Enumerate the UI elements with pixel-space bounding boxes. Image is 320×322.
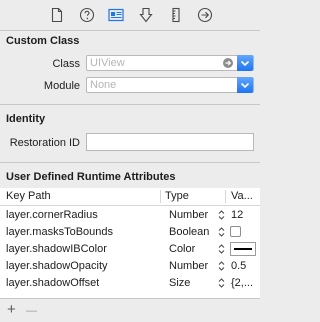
- go-to-class-icon[interactable]: [223, 58, 233, 68]
- runtime-attributes-table: Key Path Type Va... layer.cornerRadius N…: [0, 188, 260, 298]
- section-divider: [0, 104, 260, 105]
- type-cell[interactable]: Number: [169, 260, 208, 272]
- type-popup-stepper-icon[interactable]: [218, 243, 225, 255]
- type-popup-stepper-icon[interactable]: [218, 277, 225, 289]
- identity-inspector-icon[interactable]: [108, 7, 124, 23]
- identity-title: Identity: [6, 113, 46, 125]
- restoration-id-label: Restoration ID: [9, 137, 80, 149]
- module-label: Module: [43, 80, 80, 92]
- add-attribute-button[interactable]: +: [7, 302, 16, 317]
- chevron-down-icon: [240, 82, 250, 89]
- table-row[interactable]: layer.shadowOffset Size {2,...: [0, 275, 260, 292]
- chevron-down-icon: [240, 60, 250, 67]
- type-cell[interactable]: Number: [169, 209, 208, 221]
- type-cell[interactable]: Color: [169, 243, 195, 255]
- class-label: Class: [52, 58, 80, 70]
- inspector-toolbar: [0, 0, 260, 31]
- class-dropdown-button[interactable]: [237, 55, 253, 71]
- column-header-key-path[interactable]: Key Path: [6, 190, 51, 202]
- key-path-cell[interactable]: layer.cornerRadius: [6, 209, 98, 221]
- restoration-id-field[interactable]: [86, 133, 254, 151]
- table-row[interactable]: layer.shadowOpacity Number 0.5: [0, 258, 260, 275]
- size-ruler-icon[interactable]: [168, 7, 184, 23]
- value-cell[interactable]: {2,...: [231, 277, 259, 289]
- class-combobox[interactable]: [86, 55, 254, 71]
- type-popup-stepper-icon[interactable]: [218, 226, 225, 238]
- class-input[interactable]: [90, 56, 210, 70]
- column-header-value[interactable]: Va...: [231, 190, 253, 202]
- table-header: Key Path Type Va...: [0, 188, 260, 206]
- column-separator: [225, 190, 226, 203]
- file-icon[interactable]: [49, 7, 65, 23]
- custom-class-title: Custom Class: [6, 35, 80, 47]
- table-row[interactable]: layer.masksToBounds Boolean: [0, 224, 260, 241]
- key-path-cell[interactable]: layer.masksToBounds: [6, 226, 113, 238]
- key-path-cell[interactable]: layer.shadowIBColor: [6, 243, 107, 255]
- type-cell[interactable]: Size: [169, 277, 190, 289]
- table-footer: + —: [0, 298, 260, 322]
- type-popup-stepper-icon[interactable]: [218, 260, 225, 272]
- key-path-cell[interactable]: layer.shadowOpacity: [6, 260, 108, 272]
- type-cell[interactable]: Boolean: [169, 226, 209, 238]
- color-swatch: [234, 248, 252, 250]
- remove-attribute-button[interactable]: —: [26, 304, 37, 319]
- value-cell[interactable]: 12: [231, 209, 243, 221]
- runtime-attributes-title: User Defined Runtime Attributes: [6, 171, 176, 183]
- attributes-icon[interactable]: [138, 7, 154, 23]
- module-input[interactable]: [90, 78, 210, 92]
- table-row[interactable]: layer.cornerRadius Number 12: [0, 207, 260, 224]
- type-popup-stepper-icon[interactable]: [218, 209, 225, 221]
- column-separator: [160, 190, 161, 203]
- section-divider: [0, 162, 260, 163]
- connections-arrow-icon[interactable]: [197, 7, 213, 23]
- column-header-type[interactable]: Type: [165, 190, 189, 202]
- table-row[interactable]: layer.shadowIBColor Color: [0, 241, 260, 258]
- value-checkbox[interactable]: [230, 226, 241, 237]
- key-path-cell[interactable]: layer.shadowOffset: [6, 277, 99, 289]
- module-dropdown-button[interactable]: [237, 77, 253, 93]
- value-color-well[interactable]: [230, 242, 256, 256]
- help-icon[interactable]: [79, 7, 95, 23]
- module-combobox[interactable]: [86, 77, 254, 93]
- value-cell[interactable]: 0.5: [231, 260, 246, 272]
